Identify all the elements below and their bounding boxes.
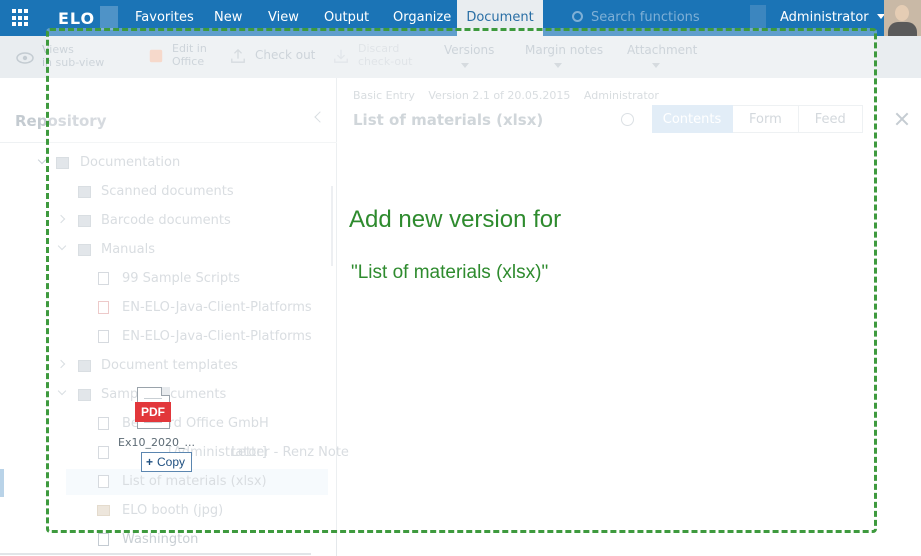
- drop-zone-document-name: "List of materials (xlsx)": [351, 262, 549, 283]
- logo-mark-icon: [100, 6, 118, 30]
- scrollbar[interactable]: [0, 553, 311, 555]
- app-logo: ELO: [58, 9, 96, 28]
- drop-zone-title: Add new version for: [349, 206, 562, 233]
- user-name: Administrator: [780, 10, 869, 25]
- search-icon: [572, 11, 583, 22]
- dragged-file-name: Ex10_2020_...: [118, 436, 195, 449]
- search-placeholder: Search functions: [591, 10, 700, 25]
- pdf-badge: PDF: [135, 402, 171, 422]
- tree-item-washington[interactable]: Washington: [122, 532, 198, 547]
- document-icon: [98, 533, 109, 546]
- close-icon[interactable]: [894, 111, 910, 127]
- plus-icon: +: [146, 455, 154, 469]
- eye-icon[interactable]: [16, 50, 34, 66]
- copy-cursor-badge: + Copy: [141, 452, 193, 472]
- avatar[interactable]: [884, 0, 921, 36]
- app-grid-icon[interactable]: [12, 9, 30, 27]
- selection-marker: [0, 469, 4, 497]
- copy-label: Copy: [157, 455, 186, 469]
